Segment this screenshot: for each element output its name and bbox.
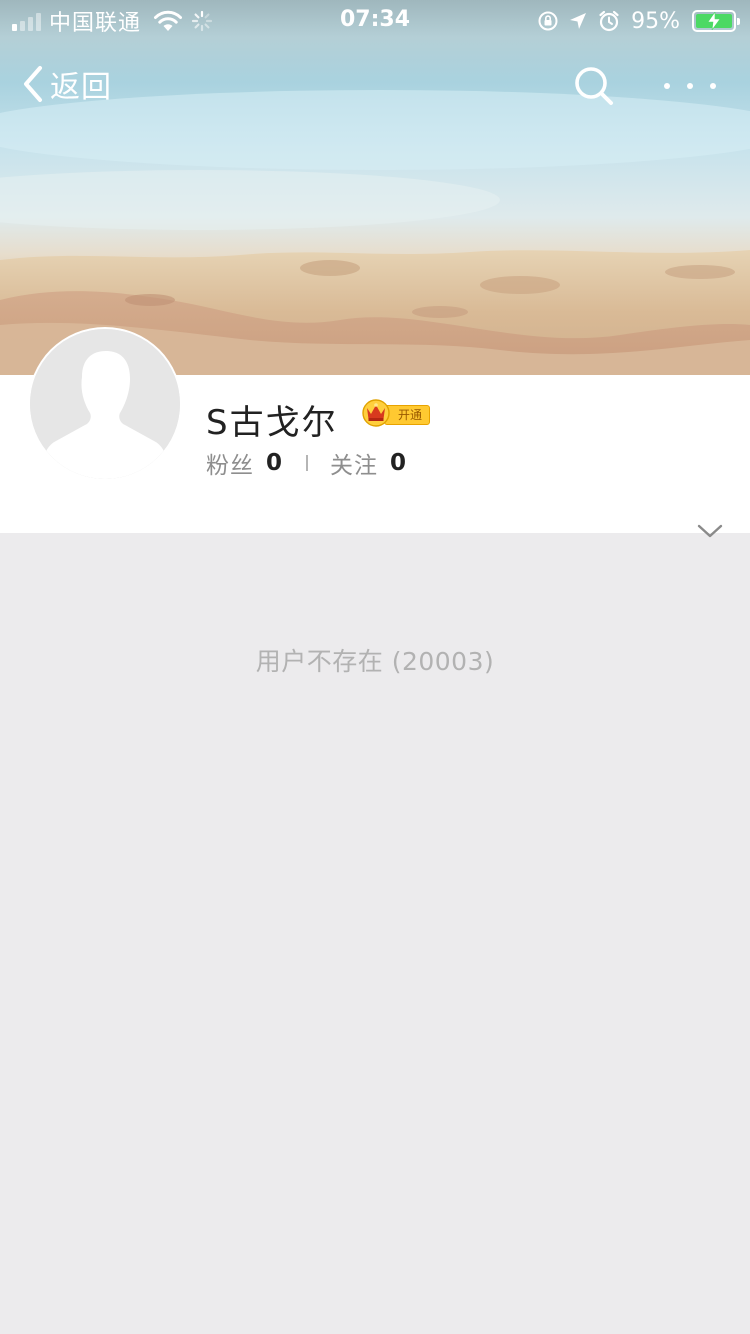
- back-label: 返回: [50, 70, 112, 105]
- chevron-down-icon[interactable]: [696, 522, 724, 540]
- navigation-bar: 返回: [0, 58, 750, 110]
- following-count[interactable]: 0: [390, 450, 406, 476]
- alarm-icon: [599, 10, 619, 32]
- more-icon[interactable]: [664, 66, 716, 106]
- followers-label[interactable]: 粉丝: [206, 446, 254, 480]
- followers-count[interactable]: 0: [266, 450, 282, 476]
- default-avatar-icon: [30, 329, 180, 479]
- orientation-lock-icon: [538, 11, 558, 31]
- battery-icon: [692, 10, 740, 32]
- profile-page: 中国联通 07:34 95% 返回 S古戈尔 开通 粉丝 0 关注 0 用户不存…: [0, 0, 750, 1334]
- stats-row: 粉丝 0 关注 0: [206, 446, 406, 480]
- cover-image[interactable]: [0, 0, 750, 375]
- back-button[interactable]: 返回: [22, 64, 112, 105]
- back-chevron-icon: [24, 66, 42, 102]
- error-message: 用户不存在 (20003): [255, 647, 495, 676]
- stats-divider: [306, 455, 309, 471]
- status-bar: 中国联通 07:34 95%: [0, 0, 750, 42]
- vip-badge[interactable]: 开通: [360, 396, 432, 428]
- location-icon: [570, 13, 587, 29]
- status-right: 95%: [537, 6, 740, 36]
- following-label[interactable]: 关注: [330, 446, 378, 480]
- avatar[interactable]: [28, 327, 182, 481]
- username: S古戈尔: [206, 403, 338, 443]
- beach-sand-illustration: [0, 90, 750, 375]
- search-button[interactable]: [572, 64, 616, 108]
- battery-percent: 95%: [631, 8, 680, 34]
- crown-icon: [362, 399, 390, 427]
- search-icon: [575, 67, 613, 105]
